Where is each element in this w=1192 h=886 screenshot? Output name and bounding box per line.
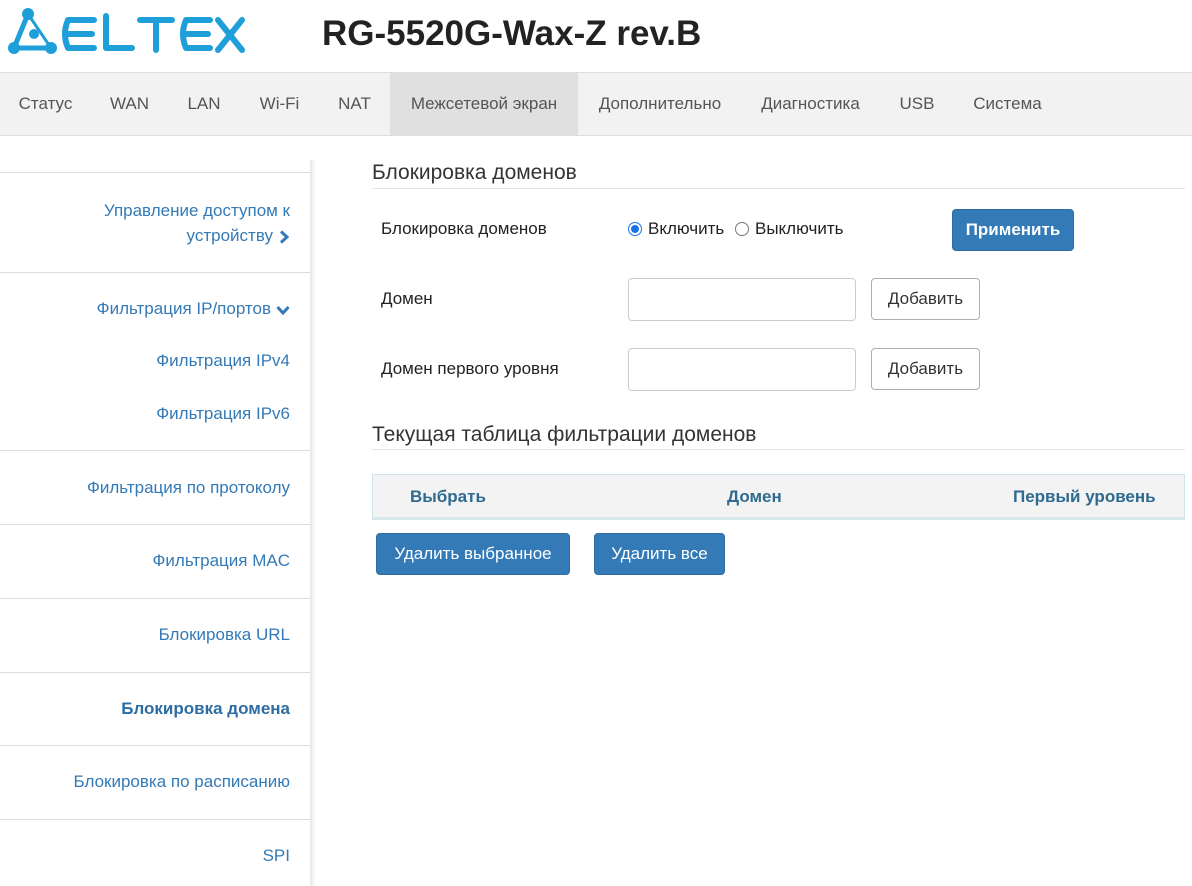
column-header-tld[interactable]: Первый уровень [1013, 487, 1156, 507]
nav-tab-system[interactable]: Система [955, 73, 1060, 135]
nav-tab-firewall[interactable]: Межсетевой экран [390, 73, 578, 135]
sidebar-item-ipv6-filter[interactable]: Фильтрация IPv6 [156, 401, 290, 426]
tld-input[interactable] [628, 348, 856, 391]
section-divider [372, 449, 1185, 450]
radio-disable-label[interactable]: Выключить [755, 219, 843, 239]
radio-enable-label[interactable]: Включить [648, 219, 724, 239]
section-divider [372, 188, 1185, 189]
sidebar-item-access-control-label: устройству [186, 226, 273, 245]
tld-add-button[interactable]: Добавить [871, 348, 980, 390]
tld-label: Домен первого уровня [381, 359, 559, 378]
sidebar-item-protocol-filter[interactable]: Фильтрация по протоколу [87, 475, 290, 500]
delete-selected-button[interactable]: Удалить выбранное [376, 533, 570, 575]
sidebar-item-ipv4-filter[interactable]: Фильтрация IPv4 [156, 348, 290, 373]
delete-all-button[interactable]: Удалить все [594, 533, 725, 575]
sidebar-divider [0, 672, 310, 673]
sidebar-divider [0, 172, 310, 173]
sidebar-item-access-control-line1: Управление доступом к [103, 201, 290, 220]
nav-tab-diagnostics[interactable]: Диагностика [742, 73, 879, 135]
sidebar-divider [0, 450, 310, 451]
column-header-select[interactable]: Выбрать [410, 487, 486, 507]
apply-button[interactable]: Применить [952, 209, 1074, 251]
domain-label: Домен [381, 289, 433, 308]
sidebar-item-schedule-block[interactable]: Блокировка по расписанию [74, 769, 290, 794]
nav-tab-lan[interactable]: LAN [168, 73, 240, 135]
sidebar-item-ip-port-filter-label: Фильтрация IP/портов [96, 299, 271, 318]
sidebar-divider [0, 598, 310, 599]
domain-add-button[interactable]: Добавить [871, 278, 980, 320]
radio-disable[interactable] [735, 222, 749, 236]
table-title: Текущая таблица фильтрации доменов [372, 423, 757, 446]
top-nav: Статус WAN LAN Wi-Fi NAT Межсетевой экра… [0, 72, 1192, 136]
sidebar: Управление доступом к устройству Фильтра… [0, 160, 316, 886]
sidebar-item-ip-port-filter[interactable]: Фильтрация IP/портов [97, 296, 290, 321]
sidebar-item-url-block[interactable]: Блокировка URL [159, 622, 290, 647]
nav-tab-advanced[interactable]: Дополнительно [578, 73, 742, 135]
section-title: Блокировка доменов [372, 161, 577, 184]
nav-tab-status[interactable]: Статус [0, 73, 91, 135]
radio-enable[interactable] [628, 222, 642, 236]
nav-tab-nat[interactable]: NAT [319, 73, 390, 135]
domain-block-label: Блокировка доменов [381, 219, 547, 238]
sidebar-item-mac-filter[interactable]: Фильтрация MAC [152, 548, 290, 573]
chevron-right-icon [279, 229, 290, 244]
nav-tab-wifi[interactable]: Wi-Fi [240, 73, 319, 135]
sidebar-item-domain-block[interactable]: Блокировка домена [121, 696, 290, 721]
column-header-domain[interactable]: Домен [727, 487, 782, 507]
header: RG-5520G-Wax-Z rev.B [0, 0, 1192, 72]
sidebar-item-spi[interactable]: SPI [263, 843, 290, 868]
nav-tab-wan[interactable]: WAN [91, 73, 168, 135]
device-title: RG-5520G-Wax-Z rev.B [322, 14, 702, 53]
sidebar-divider [0, 819, 310, 820]
sidebar-divider [0, 272, 310, 273]
sidebar-item-access-control[interactable]: Управление доступом к устройству [104, 198, 290, 248]
nav-tab-usb[interactable]: USB [879, 73, 955, 135]
sidebar-divider [0, 524, 310, 525]
sidebar-item-access-control-line2: устройству [104, 223, 290, 248]
eltex-logo [8, 8, 245, 54]
sidebar-divider [0, 745, 310, 746]
domain-input[interactable] [628, 278, 856, 321]
chevron-down-icon [276, 305, 290, 315]
domain-table-header: Выбрать Домен Первый уровень [372, 474, 1185, 520]
